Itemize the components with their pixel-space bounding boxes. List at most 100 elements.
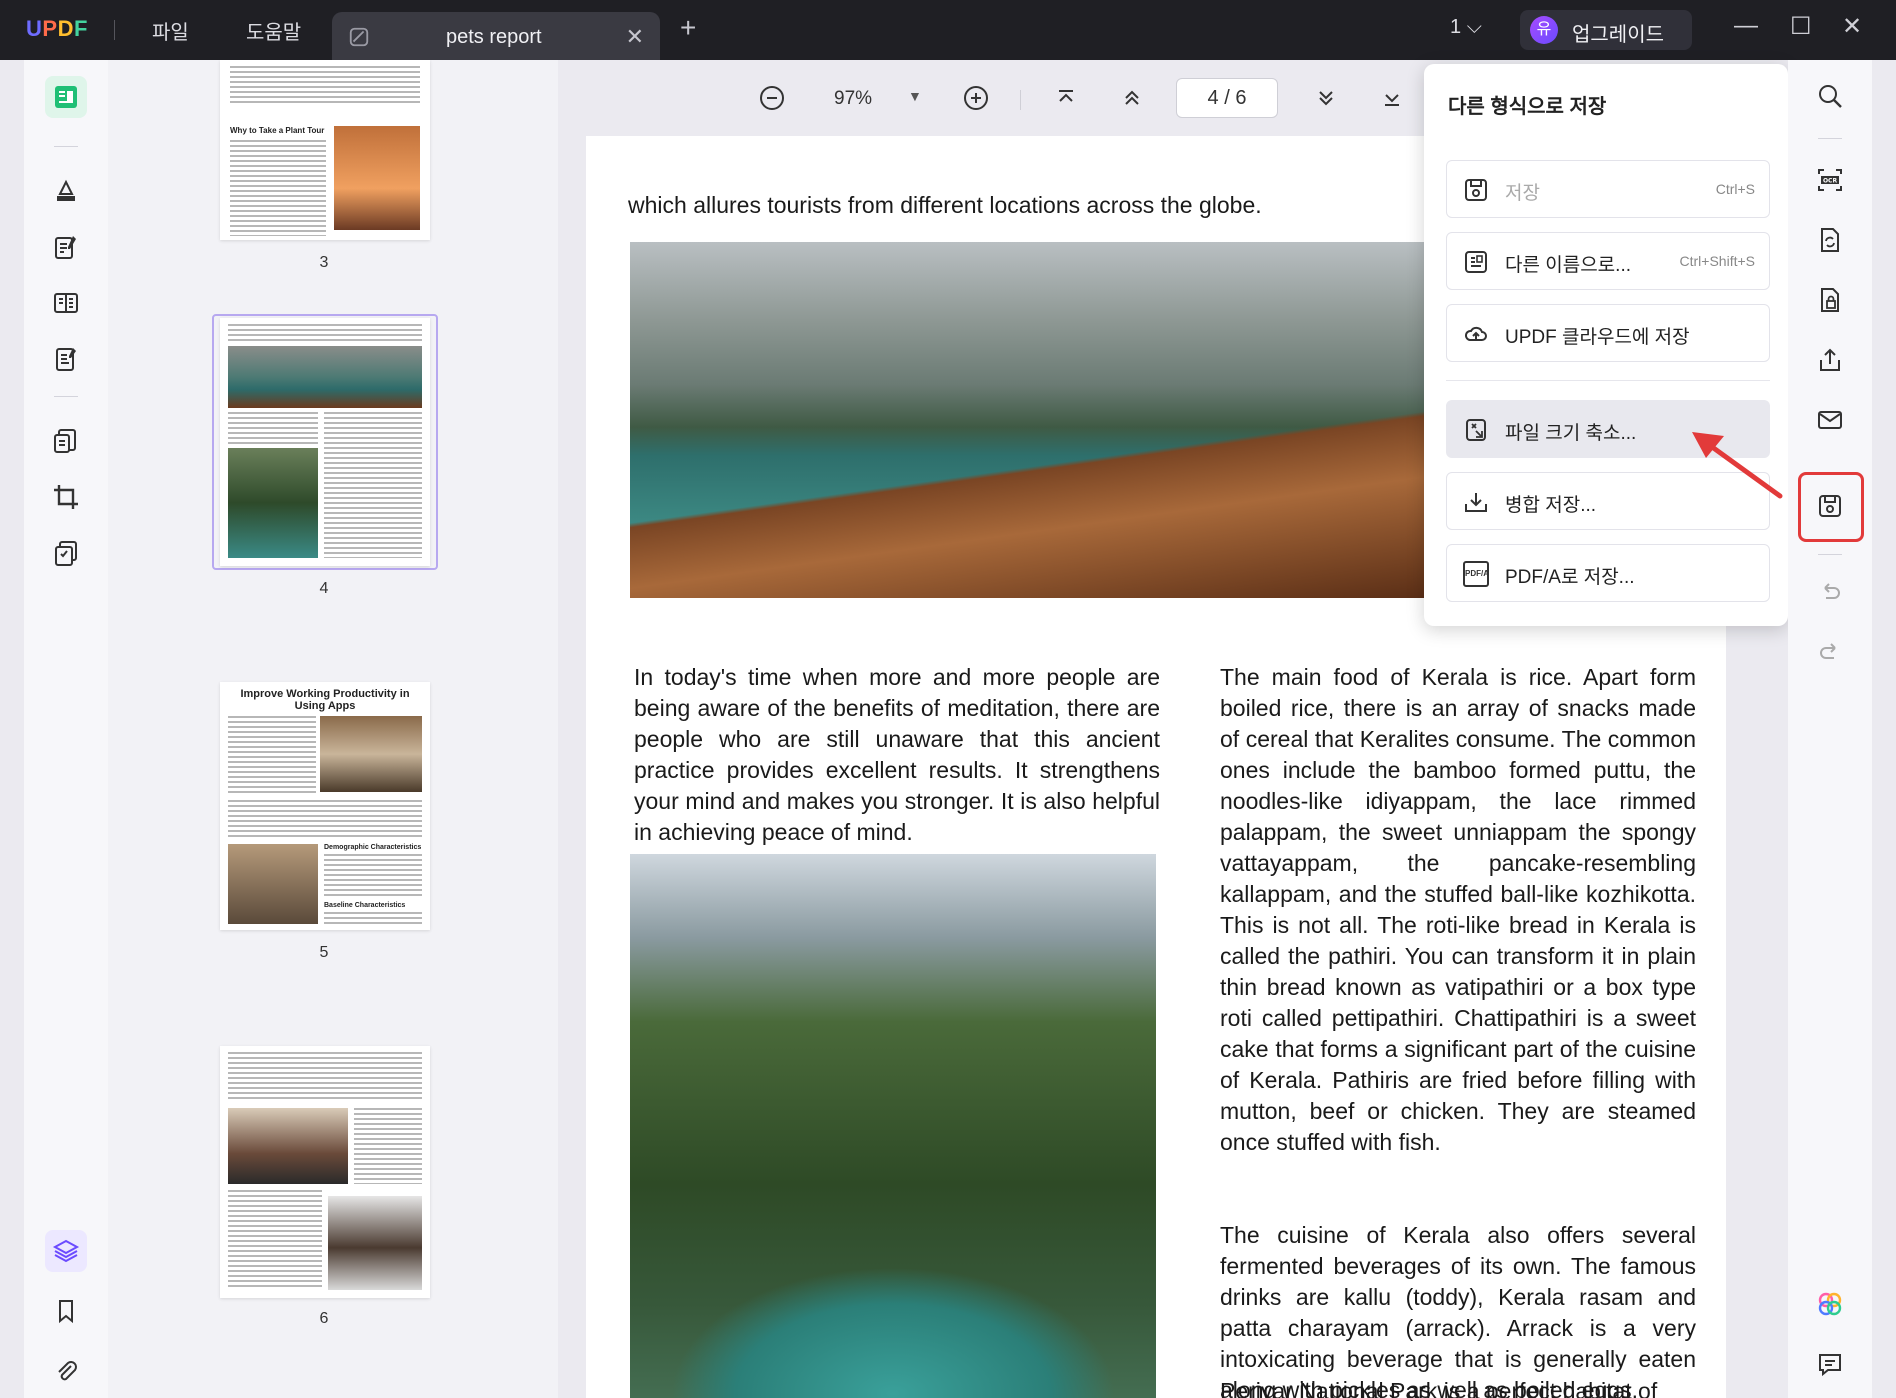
title-separator	[114, 20, 115, 40]
crop-tool-button[interactable]	[45, 476, 87, 518]
thumbnail-page-5[interactable]: Improve Working Productivity in Using Ap…	[220, 682, 430, 930]
save-as-pdfa-option[interactable]: PDF/A PDF/A로 저장...	[1446, 544, 1770, 602]
save-to-cloud-option[interactable]: UPDF 클라우드에 저장	[1446, 304, 1770, 362]
lake-boat-image	[630, 242, 1430, 598]
save-to-cloud-label: UPDF 클라우드에 저장	[1505, 327, 1690, 348]
save-option[interactable]: 저장 Ctrl+S	[1446, 160, 1770, 218]
right-toolbar: OCR	[1788, 60, 1872, 1398]
menu-file[interactable]: 파일	[152, 16, 189, 45]
flatten-icon	[1465, 493, 1487, 512]
zoom-in-button[interactable]	[962, 84, 990, 118]
thumbnail-page-4[interactable]	[220, 318, 430, 566]
last-page-icon	[1385, 94, 1399, 106]
comment-tool-button[interactable]	[45, 170, 87, 212]
first-page-button[interactable]	[1052, 84, 1080, 118]
page-selector[interactable]: 1 ⌵	[1450, 16, 1482, 39]
new-tab-icon[interactable]: +	[680, 14, 696, 42]
zoom-out-button[interactable]	[758, 84, 786, 118]
reader-mode-button[interactable]	[45, 76, 87, 118]
thumb-text-block	[324, 912, 422, 926]
undo-icon	[1824, 583, 1840, 599]
crop-icon	[54, 485, 78, 509]
upgrade-button[interactable]: 유 업그레이드	[1520, 10, 1692, 50]
previous-page-button[interactable]	[1118, 84, 1146, 118]
zoom-value[interactable]: 97%	[834, 88, 872, 110]
convert-pdf-button[interactable]	[1808, 218, 1852, 262]
thumb-meeting-image	[320, 716, 422, 792]
page-organize-button[interactable]	[45, 282, 87, 324]
thumbnail-page-3[interactable]: Why to Take a Plant Tour	[220, 60, 430, 240]
thumb-text-block	[228, 716, 316, 796]
thumbnail-label-3: 3	[319, 254, 329, 271]
convert-tool-button[interactable]	[45, 420, 87, 462]
updf-logo[interactable]: UPDF	[26, 16, 88, 42]
ocr-button[interactable]: OCR	[1808, 158, 1852, 202]
bookmark-button[interactable]	[45, 1290, 87, 1332]
save-as-option[interactable]: 다른 이름으로... Ctrl+Shift+S	[1446, 232, 1770, 290]
save-as-other-button[interactable]	[1808, 484, 1852, 528]
save-as-pdfa-label: PDF/A로 저장...	[1505, 567, 1635, 588]
left-toolbar	[24, 60, 108, 1398]
highlighter-icon	[57, 179, 75, 201]
panel-title: 다른 형식으로 저장	[1448, 96, 1607, 118]
thumbnail-page-6[interactable]	[220, 1046, 430, 1298]
thumb-text-block	[228, 412, 318, 446]
right-toolbar-separator	[1818, 138, 1842, 139]
attachment-button[interactable]	[45, 1350, 87, 1392]
ocr-icon-label: OCR	[1823, 178, 1838, 185]
form-tool-button[interactable]	[45, 338, 87, 380]
undo-button[interactable]	[1808, 570, 1852, 614]
thumb-eiffel-image	[334, 126, 420, 230]
flatten-save-label: 병합 저장...	[1505, 495, 1597, 516]
share-button[interactable]	[1808, 338, 1852, 382]
thumbnail-panel: Why to Take a Plant Tour 3 4 Improve Wor…	[108, 60, 558, 1398]
ai-assistant-button[interactable]	[1808, 1282, 1852, 1326]
ocr-icon: OCR	[1818, 169, 1842, 191]
layers-button[interactable]	[45, 1230, 87, 1272]
mail-icon	[1818, 411, 1842, 429]
save-as-icon	[1465, 251, 1487, 273]
thumb-text-block	[228, 800, 422, 840]
search-button[interactable]	[1808, 74, 1852, 118]
palm-river-image	[630, 854, 1156, 1398]
pages-tool-button[interactable]	[45, 532, 87, 574]
redo-icon	[1820, 643, 1836, 659]
tab-close-icon[interactable]: ✕	[626, 24, 644, 50]
protect-pdf-button[interactable]	[1808, 278, 1852, 322]
email-button[interactable]	[1808, 398, 1852, 442]
minimize-icon[interactable]: —	[1734, 12, 1758, 40]
last-page-button[interactable]	[1378, 84, 1406, 118]
thumb-office-image	[228, 844, 318, 924]
save-icon	[1465, 179, 1487, 201]
page-number-input[interactable]: 4 / 6	[1176, 78, 1278, 118]
pdfa-icon: PDF/A	[1463, 561, 1489, 587]
doc-paragraph-right-2: The cuisine of Kerala also offers severa…	[1220, 1222, 1696, 1398]
thumb-text-block	[228, 1190, 322, 1290]
doc-text-line: which allures tourists from different lo…	[628, 192, 1262, 218]
thumb-text-block	[230, 140, 326, 236]
thumbnail-label-5: 5	[319, 944, 329, 961]
thumb-lake-image	[228, 346, 422, 408]
save-option-label: 저장	[1505, 183, 1540, 204]
comments-button[interactable]	[1808, 1342, 1852, 1386]
next-page-button[interactable]	[1312, 84, 1340, 118]
share-icon	[1820, 348, 1840, 371]
document-tab[interactable]: pets report ✕	[332, 12, 660, 60]
maximize-icon[interactable]: ☐	[1790, 12, 1812, 41]
upgrade-label: 업그레이드	[1572, 24, 1664, 46]
right-toolbar-separator	[1818, 554, 1842, 555]
close-window-icon[interactable]: ✕	[1842, 12, 1862, 41]
redo-button[interactable]	[1808, 630, 1852, 674]
edit-tool-button[interactable]	[45, 226, 87, 268]
thumb-title: Improve Working Productivity in Using Ap…	[240, 688, 410, 712]
comment-icon	[1819, 1354, 1841, 1377]
save-as-panel: 다른 형식으로 저장 저장 Ctrl+S 다른 이름으로... Ctrl+Shi…	[1424, 64, 1788, 626]
thumb-text-block	[354, 1108, 422, 1184]
paperclip-icon	[58, 1361, 77, 1381]
thumb-palm-image	[228, 448, 318, 558]
zoom-dropdown-icon[interactable]: ▼	[908, 88, 922, 104]
save-as-shortcut: Ctrl+Shift+S	[1679, 253, 1755, 269]
menu-help[interactable]: 도움말	[246, 16, 301, 45]
thumb-laptop-image	[228, 1108, 348, 1184]
first-page-icon	[1059, 90, 1073, 102]
